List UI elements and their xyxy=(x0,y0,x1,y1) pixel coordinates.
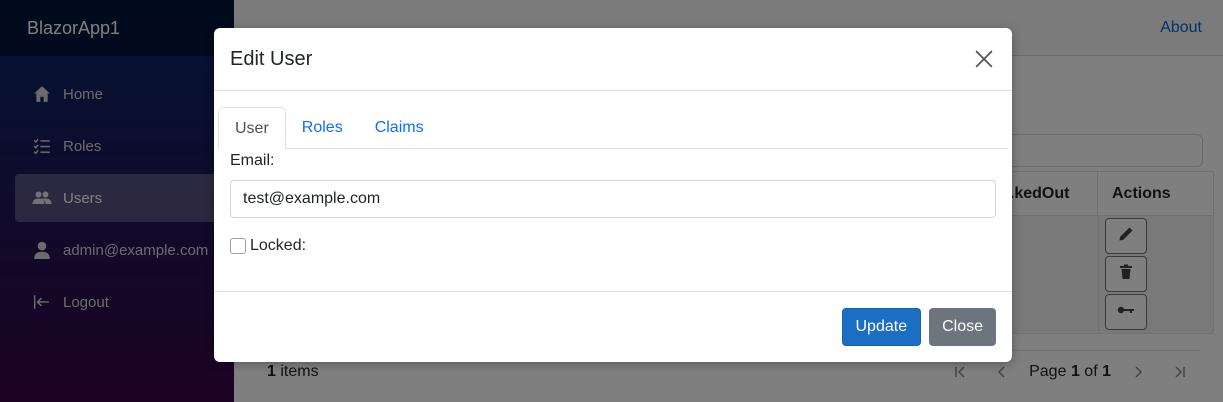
email-field[interactable] xyxy=(230,180,996,218)
modal-footer: Update Close xyxy=(214,291,1012,362)
locked-row: Locked: xyxy=(230,237,996,255)
tab-roles[interactable]: Roles xyxy=(286,107,359,149)
close-button[interactable] xyxy=(972,47,996,71)
locked-label: Locked: xyxy=(250,237,307,254)
close-icon xyxy=(975,50,993,68)
modal-header: Edit User xyxy=(214,28,1012,91)
tab-bar: User Roles Claims xyxy=(218,107,1008,150)
tab-user[interactable]: User xyxy=(218,107,286,150)
email-label: Email: xyxy=(230,152,275,169)
edit-user-dialog: Edit User User Roles Claims Email: Locke… xyxy=(214,28,1012,362)
tab-claims[interactable]: Claims xyxy=(359,107,440,149)
user-form: Email: Locked: xyxy=(230,152,996,255)
modal-title: Edit User xyxy=(230,47,313,70)
close-footer-button[interactable]: Close xyxy=(929,308,996,346)
locked-checkbox[interactable] xyxy=(230,238,246,254)
update-button[interactable]: Update xyxy=(841,308,922,346)
